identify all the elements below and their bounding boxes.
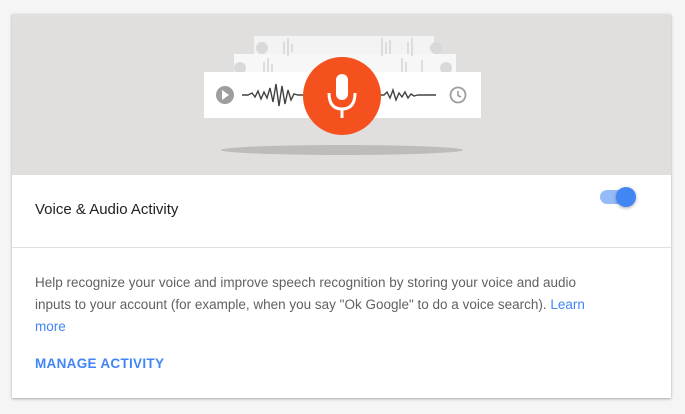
voice-audio-activity-card: Voice & Audio Activity Help recognize yo… xyxy=(12,14,671,398)
toggle-thumb xyxy=(616,187,636,207)
description-text: Help recognize your voice and improve sp… xyxy=(35,275,577,312)
voice-illustration-svg xyxy=(204,36,481,155)
setting-description: Help recognize your voice and improve sp… xyxy=(35,272,595,338)
voice-activity-toggle[interactable] xyxy=(598,185,638,209)
play-icon xyxy=(216,86,234,104)
microphone-icon xyxy=(303,57,381,135)
setting-title: Voice & Audio Activity xyxy=(35,201,179,218)
voice-activity-setting-row: Voice & Audio Activity xyxy=(12,175,671,248)
manage-activity-button[interactable]: MANAGE ACTIVITY xyxy=(35,355,164,373)
hero-illustration xyxy=(12,14,671,175)
